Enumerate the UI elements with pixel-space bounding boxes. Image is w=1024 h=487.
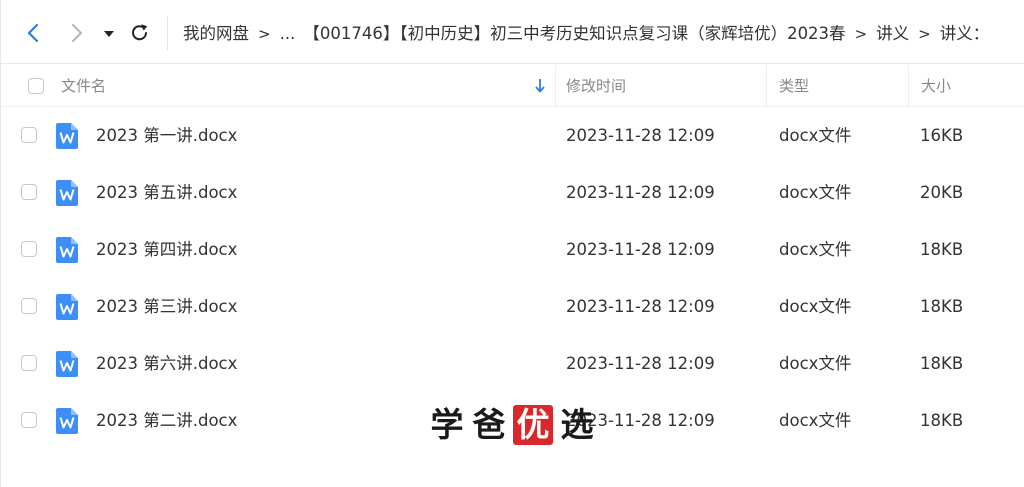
select-all-checkbox[interactable]	[28, 78, 44, 94]
breadcrumb-root[interactable]: 我的网盘	[183, 22, 249, 46]
caret-down-icon	[104, 31, 114, 37]
breadcrumb-sub1[interactable]: 讲义	[876, 22, 909, 46]
word-doc-icon	[56, 408, 78, 434]
watermark-logo: 学爸优选	[426, 404, 598, 446]
watermark-char: 学	[430, 405, 464, 444]
row-checkbox[interactable]	[21, 298, 37, 314]
file-type: docx文件	[779, 183, 852, 202]
file-modified: 2023-11-28 12:09	[566, 126, 715, 145]
word-doc-icon	[56, 180, 78, 206]
column-header-type-label: 类型	[779, 77, 810, 95]
column-header-modified[interactable]: 修改时间	[555, 65, 766, 107]
file-name[interactable]: 2023 第二讲.docx	[96, 392, 237, 449]
breadcrumb-sub2[interactable]: 讲义：	[940, 22, 990, 46]
table-row[interactable]: 2023 第四讲.docx 2023-11-28 12:09 docx文件 18…	[1, 221, 1024, 278]
arrow-down-icon[interactable]	[534, 78, 546, 94]
column-header-name-label: 文件名	[61, 77, 107, 95]
table-header: 文件名 修改时间 类型 大小	[1, 65, 1024, 107]
watermark-char: 爸	[472, 405, 506, 444]
row-checkbox[interactable]	[21, 355, 37, 371]
file-modified: 2023-11-28 12:09	[566, 183, 715, 202]
file-size: 18KB	[920, 240, 964, 259]
column-header-size-label: 大小	[921, 77, 952, 95]
file-type: docx文件	[779, 354, 852, 373]
file-size: 18KB	[920, 297, 964, 316]
column-header-modified-label: 修改时间	[566, 77, 627, 95]
table-row[interactable]: 2023 第三讲.docx 2023-11-28 12:09 docx文件 18…	[1, 278, 1024, 335]
breadcrumb-separator: >	[918, 25, 931, 43]
word-doc-icon	[56, 123, 78, 149]
history-dropdown-button[interactable]	[101, 22, 123, 44]
file-name[interactable]: 2023 第四讲.docx	[96, 221, 237, 278]
watermark-seal: 优	[513, 405, 553, 445]
file-name[interactable]: 2023 第六讲.docx	[96, 335, 237, 392]
breadcrumb-folder[interactable]: 【001746】【初中历史】初三中考历史知识点复习课（家辉培优）2023春	[303, 22, 845, 46]
file-name[interactable]: 2023 第一讲.docx	[96, 107, 237, 164]
file-size: 18KB	[920, 354, 964, 373]
word-doc-icon	[56, 237, 78, 263]
file-type: docx文件	[779, 240, 852, 259]
breadcrumb-separator: >	[854, 25, 868, 43]
table-row[interactable]: 2023 第六讲.docx 2023-11-28 12:09 docx文件 18…	[1, 335, 1024, 392]
file-type: docx文件	[779, 411, 852, 430]
row-checkbox[interactable]	[21, 412, 37, 428]
file-modified: 2023-11-28 12:09	[566, 354, 715, 373]
file-manager-window: 我的网盘 >... 【001746】【初中历史】初三中考历史知识点复习课（家辉培优）…	[0, 0, 1024, 487]
back-button[interactable]	[23, 22, 45, 44]
toolbar: 我的网盘 >... 【001746】【初中历史】初三中考历史知识点复习课（家辉培优）…	[1, 0, 1024, 64]
word-doc-icon	[56, 351, 78, 377]
breadcrumb-ellipsis[interactable]: ...	[280, 22, 296, 46]
breadcrumb-separator: >	[258, 25, 271, 43]
column-header-size[interactable]: 大小	[908, 65, 1024, 107]
column-header-type[interactable]: 类型	[766, 65, 908, 107]
forward-button[interactable]	[65, 22, 87, 44]
chevron-right-icon	[72, 24, 82, 42]
refresh-icon	[132, 24, 148, 41]
table-row[interactable]: 2023 第一讲.docx 2023-11-28 12:09 docx文件 16…	[1, 107, 1024, 164]
word-doc-icon	[56, 294, 78, 320]
file-type: docx文件	[779, 126, 852, 145]
row-checkbox[interactable]	[21, 184, 37, 200]
column-header-name[interactable]: 文件名	[61, 65, 555, 107]
file-modified: 2023-11-28 12:09	[566, 297, 715, 316]
file-type: docx文件	[779, 297, 852, 316]
refresh-button[interactable]	[129, 22, 151, 44]
toolbar-divider	[167, 16, 168, 50]
table-row[interactable]: 2023 第五讲.docx 2023-11-28 12:09 docx文件 20…	[1, 164, 1024, 221]
file-size: 16KB	[920, 126, 964, 145]
breadcrumb: 我的网盘 >... 【001746】【初中历史】初三中考历史知识点复习课（家辉培优）…	[183, 22, 989, 46]
watermark-char: 选	[560, 405, 594, 444]
chevron-left-icon	[27, 23, 39, 43]
row-checkbox[interactable]	[21, 127, 37, 143]
file-name[interactable]: 2023 第五讲.docx	[96, 164, 237, 221]
row-checkbox[interactable]	[21, 241, 37, 257]
file-size: 20KB	[920, 183, 964, 202]
file-name[interactable]: 2023 第三讲.docx	[96, 278, 237, 335]
file-size: 18KB	[920, 411, 964, 430]
file-modified: 2023-11-28 12:09	[566, 240, 715, 259]
